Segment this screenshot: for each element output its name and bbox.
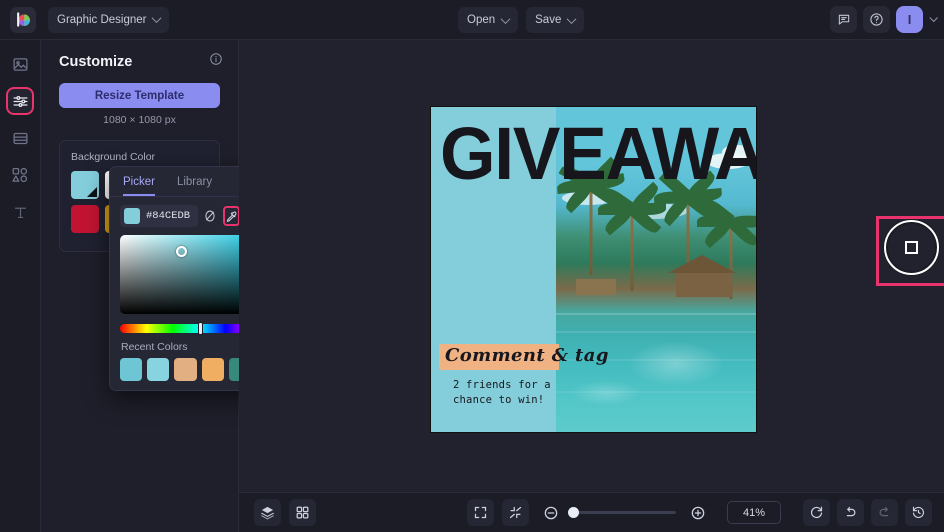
- redo-glyph: [879, 506, 889, 517]
- reset-glyph: [810, 506, 823, 519]
- zoom-out-glyph: [544, 506, 557, 519]
- artboard[interactable]: GIVEAWAY Comment & tag 2 friends for a c…: [431, 107, 756, 432]
- comment-glyph: [838, 14, 849, 25]
- shrink-icon[interactable]: [502, 499, 529, 526]
- recent-swatch-1[interactable]: [120, 358, 143, 381]
- sub-text[interactable]: 2 friends for a chance to win!: [453, 378, 563, 408]
- sidebar-item-shapes[interactable]: [6, 161, 34, 189]
- headline-text[interactable]: GIVEAWAY: [440, 111, 756, 197]
- swatch-cyan-selected[interactable]: [71, 171, 99, 199]
- brand-logo-glyph: [16, 12, 30, 27]
- background-color-label: Background Color: [71, 151, 156, 163]
- undo-glyph: [846, 506, 856, 517]
- recent-swatch-2[interactable]: [147, 358, 170, 381]
- text-icon: [14, 207, 26, 218]
- resize-template-button[interactable]: Resize Template: [59, 83, 220, 108]
- chevron-down-icon: [152, 13, 162, 24]
- no-color-icon[interactable]: [203, 208, 217, 225]
- shrink-glyph: [509, 506, 522, 519]
- shapes-icon: [12, 167, 28, 183]
- sidebar-item-text[interactable]: [6, 198, 34, 226]
- comment-icon[interactable]: [830, 6, 857, 33]
- fit-to-screen-icon[interactable]: [467, 499, 494, 526]
- zoom-slider-handle[interactable]: [568, 507, 579, 518]
- panel-header: Customize: [41, 40, 238, 71]
- sidebar-item-images[interactable]: [6, 50, 34, 78]
- zoom-in-icon[interactable]: [684, 499, 711, 526]
- palm-tree-icon: [598, 181, 666, 291]
- template-dimensions: 1080 × 1080 px: [103, 114, 176, 126]
- bottom-bar: 41%: [239, 492, 944, 532]
- help-glyph: [870, 13, 883, 26]
- history-glyph: [912, 506, 924, 519]
- file-actions: Open Save: [458, 7, 585, 33]
- brand-logo-icon[interactable]: [10, 6, 36, 33]
- script-text[interactable]: Comment & tag: [445, 345, 608, 366]
- no-color-glyph: [205, 210, 215, 222]
- building-roof-icon: [668, 255, 736, 273]
- swatch-red[interactable]: [71, 205, 99, 233]
- undo-icon[interactable]: [837, 499, 864, 526]
- zoom-in-glyph: [691, 506, 704, 519]
- hue-handle[interactable]: [198, 322, 203, 335]
- selected-corner-icon: [87, 187, 97, 197]
- canvas-stage[interactable]: GIVEAWAY Comment & tag 2 friends for a c…: [239, 40, 944, 492]
- zoom-controls: 41%: [467, 499, 781, 526]
- layout-icon: [12, 132, 28, 144]
- eyedropper-icon[interactable]: [222, 206, 241, 226]
- pool-reflection: [556, 391, 756, 393]
- zoom-slider[interactable]: [568, 507, 676, 518]
- sidebar-item-customize[interactable]: [6, 87, 34, 115]
- saturation-handle[interactable]: [176, 246, 187, 257]
- eyedropper-loupe-icon: [884, 220, 939, 275]
- current-color-swatch: [124, 208, 140, 224]
- history-icon[interactable]: [905, 499, 932, 526]
- loupe-center-square: [905, 241, 918, 254]
- sidebar-item-layouts[interactable]: [6, 124, 34, 152]
- page-title: Customize: [59, 53, 133, 70]
- open-label: Open: [467, 14, 496, 26]
- design-editor-app: Graphic Designer Open Save I Customize R…: [0, 0, 944, 532]
- layers-glyph: [260, 506, 275, 520]
- building-icon: [676, 273, 732, 297]
- top-bar: Graphic Designer Open Save I: [0, 0, 944, 40]
- open-button[interactable]: Open: [458, 7, 519, 33]
- pool-reflection: [556, 313, 756, 315]
- layers-icon[interactable]: [254, 499, 281, 526]
- save-label: Save: [535, 14, 562, 26]
- hex-input[interactable]: #84CEDB: [120, 205, 199, 227]
- help-circle-icon[interactable]: [863, 6, 890, 33]
- eyedropper-glyph: [226, 211, 237, 222]
- recent-swatch-3[interactable]: [174, 358, 197, 381]
- chevron-down-icon: [566, 13, 577, 24]
- hex-value: #84CEDB: [146, 210, 191, 222]
- zoom-value[interactable]: 41%: [727, 501, 781, 524]
- bottom-right-tools: [803, 499, 932, 526]
- redo-icon[interactable]: [871, 499, 898, 526]
- workspace-label: Graphic Designer: [57, 13, 147, 26]
- save-button[interactable]: Save: [526, 7, 585, 33]
- left-tool-rail: [0, 40, 41, 532]
- image-icon: [12, 57, 28, 71]
- zoom-out-icon[interactable]: [537, 499, 564, 526]
- chevron-down-icon: [500, 13, 511, 24]
- grid-icon[interactable]: [289, 499, 316, 526]
- chevron-down-icon[interactable]: [929, 13, 938, 22]
- building-icon: [576, 279, 616, 295]
- avatar[interactable]: I: [896, 6, 923, 33]
- tab-library[interactable]: Library: [177, 176, 212, 196]
- pool-reflection: [556, 331, 756, 333]
- info-glyph: [210, 53, 222, 65]
- bottom-left-tools: [254, 499, 316, 526]
- tab-picker[interactable]: Picker: [123, 176, 155, 196]
- grid-glyph: [296, 506, 309, 519]
- sliders-icon: [12, 95, 28, 107]
- info-circle-icon[interactable]: [209, 52, 223, 71]
- workspace-selector[interactable]: Graphic Designer: [48, 6, 170, 33]
- reset-icon[interactable]: [803, 499, 830, 526]
- fit-glyph: [474, 506, 487, 519]
- top-bar-actions: I: [830, 6, 938, 33]
- recent-swatch-4[interactable]: [201, 358, 224, 381]
